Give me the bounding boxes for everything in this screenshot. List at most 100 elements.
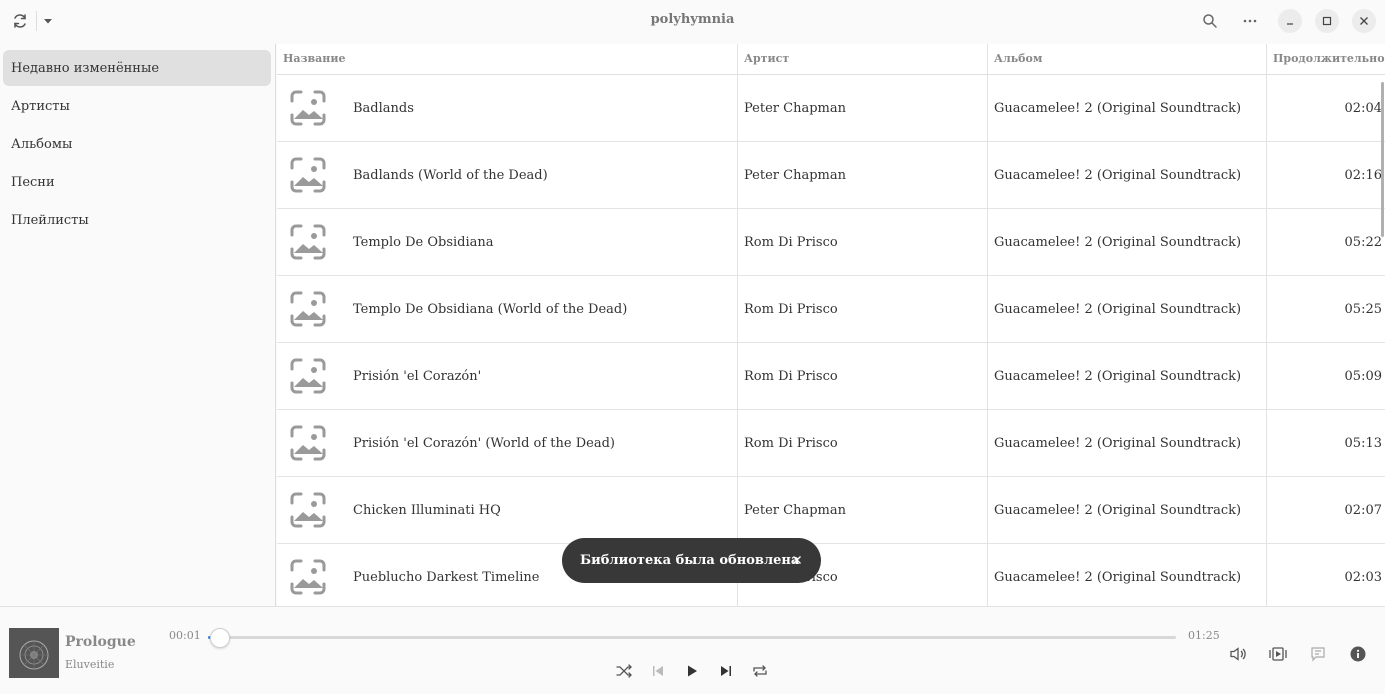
repeat-icon	[753, 665, 767, 677]
cell-title: Prisión 'el Corazón'	[353, 368, 482, 384]
sidebar-item-songs[interactable]: Песни	[3, 164, 271, 200]
shuffle-icon	[616, 664, 632, 678]
header-bar: polyhymnia	[0, 0, 1385, 44]
shuffle-button[interactable]	[614, 661, 634, 681]
play-button[interactable]	[682, 661, 702, 681]
cell-title: Pueblucho Darkest Timeline	[353, 569, 540, 585]
menu-dots-icon	[1243, 19, 1257, 23]
maximize-icon	[1322, 16, 1332, 26]
table-row[interactable]: Pueblucho Darkest TimelineRom Di PriscoG…	[277, 544, 1385, 606]
sidebar-item-recent[interactable]: Недавно изменённые	[3, 50, 271, 86]
info-button[interactable]	[1348, 644, 1368, 664]
songs-table: Название Артист Альбом Продолжительность…	[277, 44, 1385, 606]
maximize-button[interactable]	[1315, 9, 1339, 33]
cell-artist: Peter Chapman	[744, 167, 846, 183]
window-title: polyhymnia	[650, 12, 735, 27]
table-row[interactable]: Chicken Illuminati HQ Peter Chapman Guacam…	[277, 477, 1385, 544]
seek-handle[interactable]	[209, 628, 230, 648]
sidebar-item-playlists[interactable]: Плейлисты	[3, 202, 271, 238]
close-icon	[1360, 17, 1368, 25]
cell-album: Guacamelee! 2 (Original Soundtrack)	[994, 167, 1242, 183]
sidebar-item-label: Артисты	[11, 98, 70, 114]
cell-album: Guacamelee! 2 (Original Soundtrack)	[994, 301, 1242, 317]
close-button[interactable]	[1352, 9, 1376, 33]
search-icon	[1203, 14, 1217, 28]
cell-artist: Rom Di Prisco	[744, 435, 838, 451]
seek-bar[interactable]	[208, 628, 1176, 648]
cell-artist: Peter Chapman	[744, 502, 846, 518]
sidebar-item-label: Альбомы	[11, 136, 73, 152]
cell-album: Guacamelee! 2 (Original Soundtrack)	[994, 100, 1242, 116]
table-row[interactable]: Prisión 'el Corazón' (World of the Dead)…	[277, 410, 1385, 477]
minimize-button[interactable]	[1278, 9, 1302, 33]
cell-album: Guacamelee! 2 (Original Soundtrack)	[994, 569, 1242, 585]
table-row[interactable]: Badlands Peter Chapman Guacamelee! 2 (Orig…	[277, 75, 1385, 142]
cell-album: Guacamelee! 2 (Original Soundtrack)	[994, 502, 1242, 518]
cell-artist: Peter Chapman	[744, 100, 846, 116]
sidebar-item-label: Песни	[11, 174, 55, 190]
sidebar-item-label: Недавно изменённые	[11, 60, 160, 76]
next-icon	[721, 666, 731, 676]
cell-title: Badlands (World of the Dead)	[353, 167, 548, 183]
volume-icon	[1230, 647, 1246, 661]
next-button[interactable]	[716, 661, 736, 681]
lyrics-button[interactable]	[1308, 644, 1328, 664]
sidebar-item-label: Плейлисты	[11, 212, 89, 228]
now-playing-title: Prologue	[65, 634, 136, 650]
cell-duration: 05:25	[1344, 301, 1382, 317]
repeat-button[interactable]	[750, 661, 770, 681]
table-row[interactable]: Prisión 'el Corazón' Rom Di Prisco Guacame…	[277, 343, 1385, 410]
cell-duration: 02:04	[1344, 100, 1382, 116]
elapsed-time: 00:01	[169, 629, 201, 642]
table-row[interactable]: Badlands (World of the Dead) Peter Chapma…	[277, 142, 1385, 209]
info-icon	[1350, 646, 1366, 662]
column-divider	[1266, 44, 1267, 606]
scrollbar[interactable]	[1381, 82, 1384, 237]
cell-artist: Rom Di Prisco	[744, 368, 838, 384]
play-icon	[688, 665, 697, 677]
cell-album: Guacamelee! 2 (Original Soundtrack)	[994, 435, 1242, 451]
main-menu-button[interactable]	[1238, 6, 1262, 36]
cell-duration: 02:03	[1344, 569, 1382, 585]
toast-message: Библиотека была обновлена	[580, 553, 800, 568]
toast-notification: Библиотека была обновлена	[562, 538, 821, 583]
search-button[interactable]	[1198, 6, 1222, 36]
column-header-title[interactable]: Название	[283, 52, 346, 65]
album-cover-art	[9, 628, 59, 678]
album-cover[interactable]	[9, 628, 59, 678]
column-divider	[737, 44, 738, 606]
queue-icon	[1269, 647, 1287, 661]
cell-artist: Rom Di Prisco	[744, 301, 838, 317]
column-header-album[interactable]: Альбом	[994, 52, 1042, 65]
queue-button[interactable]	[1268, 644, 1288, 664]
lyrics-icon	[1311, 647, 1325, 662]
cell-title: Templo De Obsidiana (World of the Dead)	[353, 301, 628, 317]
cell-duration: 05:09	[1344, 368, 1382, 384]
minimize-icon	[1287, 23, 1293, 25]
sidebar: Недавно изменённые Артисты Альбомы Песни…	[0, 44, 276, 606]
cell-duration: 05:22	[1344, 234, 1382, 250]
volume-button[interactable]	[1228, 644, 1248, 664]
column-header-artist[interactable]: Артист	[744, 52, 789, 65]
close-icon	[793, 556, 801, 564]
cell-duration: 02:16	[1344, 167, 1382, 183]
column-divider	[987, 44, 988, 606]
previous-button[interactable]	[648, 661, 668, 681]
image-placeholder-icon	[286, 488, 330, 532]
cell-duration: 05:13	[1344, 435, 1382, 451]
cell-title: Badlands	[353, 100, 414, 116]
image-placeholder-icon	[286, 287, 330, 331]
sidebar-item-albums[interactable]: Альбомы	[3, 126, 271, 162]
now-playing-artist: Eluveitie	[65, 658, 115, 671]
cell-title: Templo De Obsidiana	[353, 234, 494, 250]
toast-close-button[interactable]	[787, 550, 807, 570]
sidebar-item-artists[interactable]: Артисты	[3, 88, 271, 124]
table-row[interactable]: Templo De Obsidiana Rom Di Prisco Guacamel…	[277, 209, 1385, 276]
table-row[interactable]: Templo De Obsidiana (World of the Dead) R…	[277, 276, 1385, 343]
cell-duration: 02:07	[1344, 502, 1382, 518]
cell-album: Guacamelee! 2 (Original Soundtrack)	[994, 234, 1242, 250]
image-placeholder-icon	[286, 421, 330, 465]
image-placeholder-icon	[286, 86, 330, 130]
column-header-duration[interactable]: Продолжительность	[1273, 52, 1385, 65]
cell-title: Chicken Illuminati HQ	[353, 502, 501, 518]
